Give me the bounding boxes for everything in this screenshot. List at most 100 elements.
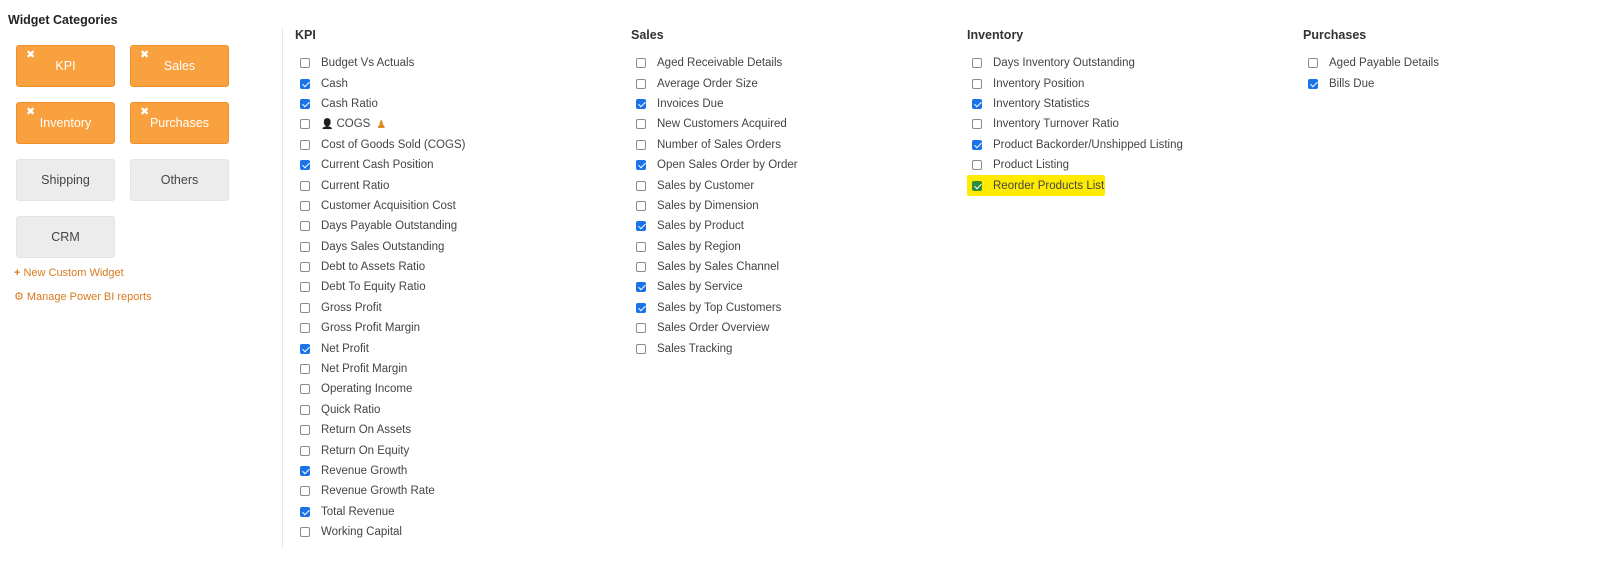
widget-checkbox[interactable] [300,384,310,395]
widget-option[interactable]: Return On Equity [295,440,465,460]
category-shipping-button[interactable]: Shipping [16,159,115,201]
new-custom-widget-link[interactable]: + New Custom Widget [14,267,124,279]
widget-checkbox[interactable] [972,180,982,191]
widget-option[interactable]: Debt To Equity Ratio [295,277,465,297]
widget-option[interactable]: Inventory Position [967,73,1183,93]
widget-option[interactable]: Product Listing [967,155,1183,175]
widget-option[interactable]: Product Backorder/Unshipped Listing [967,135,1183,155]
widget-option[interactable]: Operating Income [295,379,465,399]
widget-option[interactable]: Sales by Customer [631,175,798,195]
category-purchases-button[interactable]: ✖ Purchases [130,102,229,144]
widget-option[interactable]: Sales by Product [631,216,798,236]
widget-checkbox[interactable] [972,139,982,150]
widget-option[interactable]: Sales Order Overview [631,318,798,338]
widget-option[interactable]: Quick Ratio [295,400,465,420]
widget-option[interactable]: Days Inventory Outstanding [967,53,1183,73]
widget-checkbox[interactable] [636,282,646,293]
widget-option[interactable]: Revenue Growth [295,461,465,481]
category-inventory-button[interactable]: ✖ Inventory [16,102,115,144]
widget-option[interactable]: Invoices Due [631,94,798,114]
widget-checkbox[interactable] [636,78,646,89]
widget-option[interactable]: Cash [295,73,465,93]
widget-option[interactable]: Sales by Region [631,237,798,257]
widget-option[interactable]: 👤 COGS ♟ [295,114,465,134]
widget-checkbox[interactable] [300,466,310,476]
widget-checkbox[interactable] [300,445,310,456]
widget-checkbox[interactable] [1308,58,1318,69]
remove-icon[interactable]: ✖ [26,50,35,61]
widget-option[interactable]: Current Ratio [295,175,465,195]
widget-checkbox[interactable] [300,200,310,211]
widget-checkbox[interactable] [972,98,982,109]
remove-icon[interactable]: ✖ [140,107,149,118]
widget-checkbox[interactable] [636,200,646,211]
widget-option[interactable]: Inventory Turnover Ratio [967,114,1183,134]
widget-checkbox[interactable] [300,527,310,538]
widget-checkbox[interactable] [300,98,310,109]
widget-checkbox[interactable] [300,78,310,89]
widget-checkbox[interactable] [300,221,310,232]
widget-checkbox[interactable] [300,139,310,150]
widget-checkbox[interactable] [300,425,310,436]
widget-checkbox[interactable] [300,343,310,354]
widget-checkbox[interactable] [300,364,310,375]
widget-checkbox[interactable] [972,119,982,130]
widget-option[interactable]: Budget Vs Actuals [295,53,465,73]
widget-checkbox[interactable] [300,282,310,293]
widget-option[interactable]: Gross Profit Margin [295,318,465,338]
category-kpi-button[interactable]: ✖ KPI [16,45,115,87]
widget-option[interactable]: Aged Payable Details [1303,53,1439,73]
widget-option[interactable]: Cost of Goods Sold (COGS) [295,135,465,155]
widget-checkbox[interactable] [300,119,310,130]
widget-checkbox[interactable] [636,343,646,354]
widget-option[interactable]: Average Order Size [631,73,798,93]
widget-option[interactable]: Number of Sales Orders [631,135,798,155]
widget-option[interactable]: Current Cash Position [295,155,465,175]
manage-power-bi-link[interactable]: ⚙ Manage Power BI reports [14,290,152,304]
widget-checkbox[interactable] [636,323,646,334]
widget-checkbox[interactable] [636,98,646,109]
widget-option[interactable]: Sales by Sales Channel [631,257,798,277]
widget-checkbox[interactable] [636,139,646,150]
widget-checkbox[interactable] [300,404,310,415]
widget-checkbox[interactable] [972,78,982,89]
widget-option[interactable]: Sales Tracking [631,338,798,358]
widget-checkbox[interactable] [636,119,646,130]
widget-checkbox[interactable] [300,180,310,191]
widget-option-highlighted[interactable]: Reorder Products List [967,175,1105,196]
widget-checkbox[interactable] [300,506,310,517]
widget-option[interactable]: Sales by Dimension [631,196,798,216]
widget-option[interactable]: Cash Ratio [295,94,465,114]
widget-checkbox[interactable] [300,160,310,171]
widget-option[interactable]: Sales by Service [631,277,798,297]
widget-checkbox[interactable] [300,58,310,69]
widget-checkbox[interactable] [300,241,310,252]
widget-checkbox[interactable] [1308,78,1318,89]
widget-checkbox[interactable] [636,180,646,191]
widget-checkbox[interactable] [300,302,310,313]
widget-option[interactable]: Days Sales Outstanding [295,237,465,257]
widget-option[interactable]: Days Payable Outstanding [295,216,465,236]
widget-option[interactable]: Return On Assets [295,420,465,440]
widget-checkbox[interactable] [636,221,646,232]
widget-option[interactable]: Open Sales Order by Order [631,155,798,175]
widget-checkbox[interactable] [636,241,646,252]
widget-option[interactable]: Inventory Statistics [967,94,1183,114]
widget-checkbox[interactable] [636,58,646,69]
remove-icon[interactable]: ✖ [140,50,149,61]
widget-checkbox[interactable] [972,160,982,171]
widget-option[interactable]: Customer Acquisition Cost [295,196,465,216]
widget-option[interactable]: Net Profit [295,338,465,358]
category-sales-button[interactable]: ✖ Sales [130,45,229,87]
widget-option[interactable]: Aged Receivable Details [631,53,798,73]
widget-checkbox[interactable] [300,323,310,334]
widget-option[interactable]: Bills Due [1303,73,1439,93]
widget-checkbox[interactable] [636,262,646,273]
remove-icon[interactable]: ✖ [26,107,35,118]
widget-checkbox[interactable] [300,262,310,273]
widget-checkbox[interactable] [972,58,982,69]
widget-checkbox[interactable] [300,486,310,497]
widget-checkbox[interactable] [636,160,646,171]
widget-checkbox[interactable] [636,302,646,313]
category-others-button[interactable]: Others [130,159,229,201]
